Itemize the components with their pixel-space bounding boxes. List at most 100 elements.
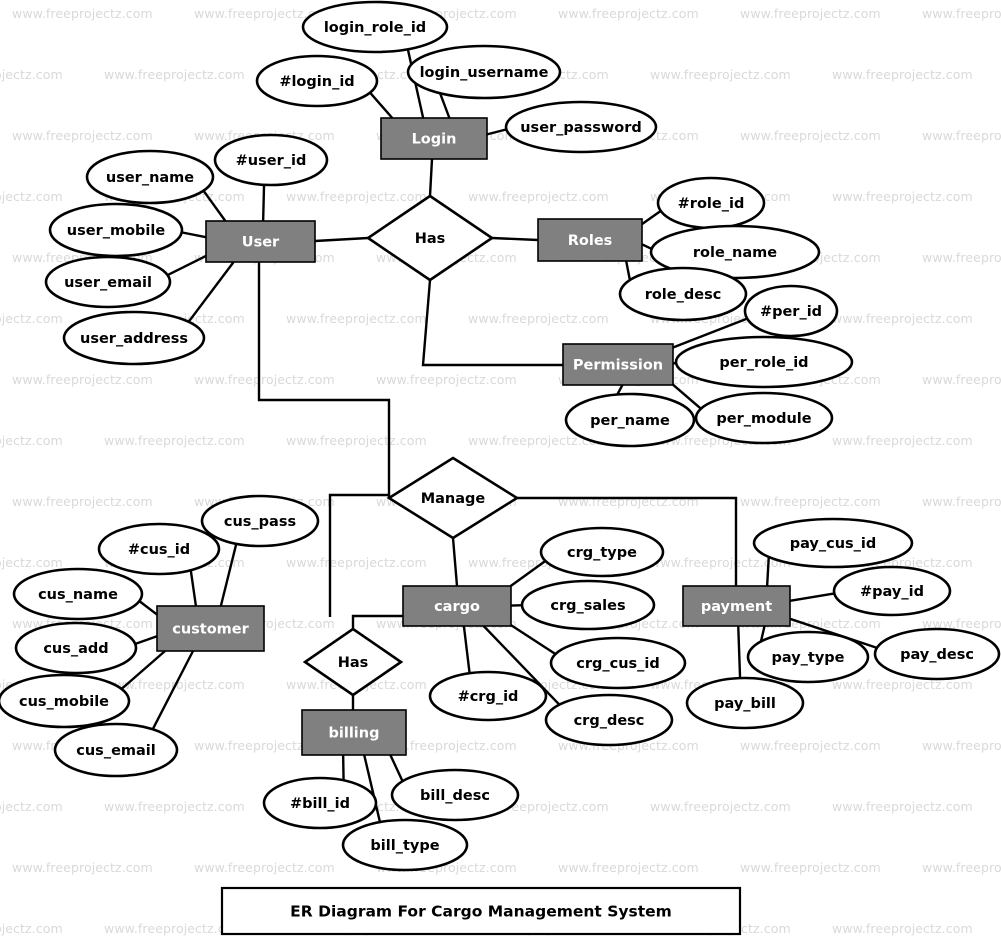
- entity-roles: Roles: [537, 218, 643, 262]
- watermark-text: www.freeprojectz.com: [286, 311, 427, 326]
- watermark-text: www.freeprojectz.com: [650, 799, 791, 814]
- watermark-text: www.freeprojectz.com: [468, 311, 609, 326]
- entity-label: customer: [172, 622, 249, 638]
- attribute-connector-crg-id: [462, 625, 471, 675]
- attribute-connector-login-id: [368, 90, 394, 119]
- attribute-label: user_name: [106, 170, 194, 186]
- watermark-text: www.freeprojectz.com: [650, 67, 791, 82]
- watermark-text: www.freeprojectz.com: [558, 494, 699, 509]
- attribute-label: #user_id: [236, 153, 307, 169]
- watermark-text: www.freeprojectz.com: [12, 6, 153, 21]
- attribute-label: #role_id: [678, 196, 745, 212]
- attribute-connector-role-id: [641, 209, 663, 226]
- attribute-label: crg_sales: [550, 598, 625, 614]
- attribute-label: #cus_id: [128, 542, 190, 558]
- watermark-text: www.freeprojectz.com: [740, 738, 881, 753]
- watermark-text: www.freeprojectz.com: [922, 128, 1001, 143]
- attribute-connector-pay-id: [789, 592, 837, 603]
- attribute-label: cus_mobile: [19, 694, 109, 710]
- attribute-label: #per_id: [760, 304, 822, 320]
- attribute-connector-cus-pass: [219, 542, 238, 607]
- attribute-pay-desc: pay_desc: [873, 627, 1001, 681]
- er-diagram-canvas: www.freeprojectz.com www.freeprojectz.com…: [0, 0, 1001, 941]
- attribute-per-role-id: per_role_id: [674, 335, 854, 389]
- attribute-pay-bill: pay_bill: [685, 676, 805, 730]
- attribute-connector-user-email: [165, 254, 207, 277]
- attribute-label: pay_type: [771, 650, 844, 666]
- watermark-text: www.freeprojectz.com: [376, 372, 517, 387]
- attribute-user-password: user_password: [504, 100, 658, 154]
- entity-customer: customer: [156, 605, 265, 652]
- watermark-text: www.freeprojectz.com: [0, 921, 63, 936]
- attribute-user-email: user_email: [44, 255, 172, 309]
- watermark-text: www.freeprojectz.com: [12, 372, 153, 387]
- attribute-label: role_name: [693, 245, 777, 261]
- watermark-text: www.freeprojectz.com: [922, 860, 1001, 875]
- relationship-label: Manage: [421, 491, 486, 507]
- attribute-connector-user-id: [261, 184, 266, 222]
- watermark-text: www.freeprojectz.com: [12, 128, 153, 143]
- watermark-text: www.freeprojectz.com: [0, 555, 63, 570]
- watermark-text: www.freeprojectz.com: [832, 311, 973, 326]
- attribute-pay-type: pay_type: [746, 630, 870, 684]
- watermark-text: www.freeprojectz.com: [12, 494, 153, 509]
- diagram-caption: ER Diagram For Cargo Management System: [220, 886, 742, 936]
- attribute-crg-id: #crg_id: [428, 670, 548, 722]
- attribute-user-name: user_name: [85, 149, 215, 205]
- entity-label: cargo: [434, 599, 480, 615]
- watermark-text: www.freeprojectz.com: [922, 494, 1001, 509]
- attribute-label: crg_cus_id: [576, 656, 660, 672]
- attribute-connector-pay-bill: [737, 625, 742, 679]
- watermark-text: www.freeprojectz.com: [922, 6, 1001, 21]
- attribute-label: #login_id: [279, 74, 354, 90]
- watermark-text: www.freeprojectz.com: [12, 860, 153, 875]
- attribute-user-id: #user_id: [213, 133, 329, 187]
- watermark-text: www.freeprojectz.com: [922, 372, 1001, 387]
- attribute-label: crg_desc: [574, 713, 645, 729]
- attribute-label: per_module: [716, 411, 811, 427]
- watermark-text: www.freeprojectz.com: [0, 799, 63, 814]
- attribute-role-desc: role_desc: [618, 266, 748, 322]
- watermark-text: www.freeprojectz.com: [832, 921, 973, 936]
- watermark-text: www.freeprojectz.com: [740, 6, 881, 21]
- attribute-label: pay_cus_id: [790, 536, 877, 552]
- watermark-text: www.freeprojectz.com: [740, 860, 881, 875]
- attribute-connector-cus-add: [133, 635, 158, 646]
- attribute-label: #bill_id: [290, 796, 350, 812]
- attribute-pay-cus-id: pay_cus_id: [752, 517, 914, 569]
- attribute-bill-id: #bill_id: [262, 776, 378, 830]
- attribute-cus-id: #cus_id: [97, 522, 221, 576]
- attribute-label: pay_desc: [900, 647, 974, 663]
- attribute-connector-cus-id: [189, 569, 198, 607]
- entity-user: User: [205, 220, 316, 263]
- watermark-text: www.freeprojectz.com: [832, 799, 973, 814]
- edge-has-roles: [491, 236, 539, 242]
- edge-manage-cargo: [451, 537, 459, 587]
- watermark-text: www.freeprojectz.com: [194, 860, 335, 875]
- attribute-crg-type: crg_type: [539, 526, 665, 578]
- attribute-label: #pay_id: [860, 584, 924, 600]
- attribute-label: per_name: [590, 413, 670, 429]
- attribute-crg-sales: crg_sales: [520, 579, 656, 631]
- attribute-label: per_role_id: [719, 355, 808, 371]
- watermark-text: www.freeprojectz.com: [286, 433, 427, 448]
- attribute-connector-crg-cus-id: [510, 624, 558, 656]
- attribute-role-id: #role_id: [656, 176, 766, 230]
- caption-layer: ER Diagram For Cargo Management System: [220, 886, 742, 936]
- relationship-has-user-roles: Has: [365, 194, 495, 282]
- watermark-text: www.freeprojectz.com: [740, 128, 881, 143]
- watermark-text: www.freeprojectz.com: [0, 189, 63, 204]
- attribute-label: user_mobile: [67, 223, 166, 239]
- relationship-manage-customer-cargo: Manage: [386, 456, 520, 540]
- attribute-cus-name: cus_name: [12, 567, 144, 621]
- attribute-cus-add: cus_add: [14, 621, 138, 675]
- entity-label: Roles: [568, 233, 613, 249]
- attribute-label: cus_name: [38, 587, 118, 603]
- attribute-bill-type: bill_type: [341, 818, 469, 872]
- attribute-cus-pass: cus_pass: [200, 494, 320, 548]
- attribute-label: #crg_id: [458, 689, 519, 705]
- attribute-crg-desc: crg_desc: [544, 693, 674, 747]
- watermark-text: www.freeprojectz.com: [104, 433, 245, 448]
- entity-label: Login: [412, 132, 457, 148]
- entity-label: billing: [329, 726, 380, 742]
